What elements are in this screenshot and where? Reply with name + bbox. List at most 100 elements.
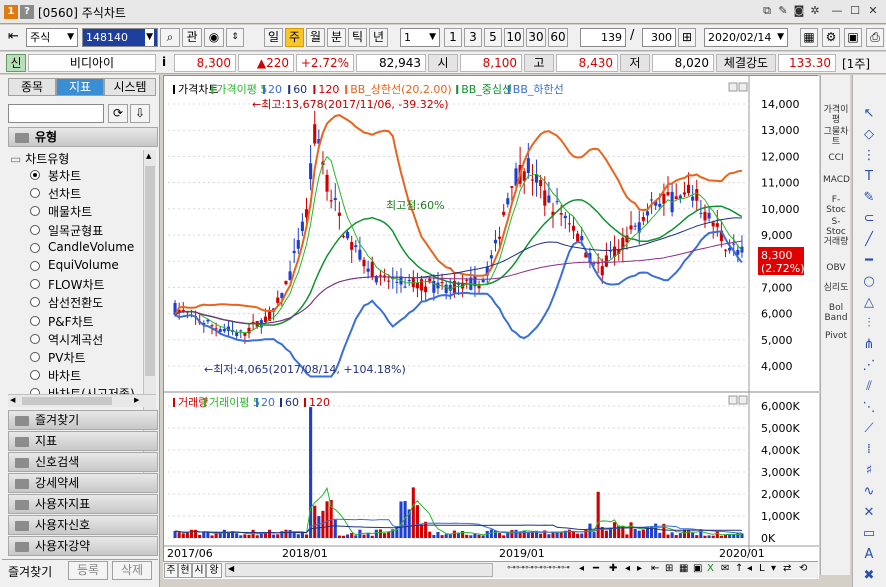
all-icon[interactable]: ⋮	[858, 147, 880, 165]
scroll-up-icon[interactable]: ▲	[146, 152, 151, 160]
indicator-shortcut-2[interactable]: CCI	[823, 153, 849, 163]
table-view-icon[interactable]: ⊞	[665, 563, 673, 574]
seek-start-icon[interactable]: ⇤	[651, 563, 659, 574]
bottom-tab-open[interactable]: 시	[192, 563, 206, 578]
radio-5[interactable]	[30, 261, 40, 271]
radio-1[interactable]	[30, 188, 40, 199]
print-icon[interactable]: ⎙	[866, 28, 884, 47]
scroll-thumb[interactable]	[145, 166, 155, 376]
indicator-shortcut-6[interactable]: 거래량	[823, 237, 849, 247]
spin-updown-icon[interactable]: ⇕	[226, 28, 244, 47]
period-5-button[interactable]: 년	[369, 28, 388, 47]
reset-icon[interactable]: ⟲	[799, 563, 807, 574]
market-select[interactable]: 주식 ▼	[26, 28, 78, 47]
folder-5[interactable]: 사용자신호	[8, 515, 158, 535]
auto-icon[interactable]: A	[858, 546, 880, 564]
fan-icon[interactable]: ⟋	[858, 420, 880, 438]
indicator-shortcut-7[interactable]: OBV	[823, 263, 849, 273]
period-2-button[interactable]: 월	[306, 28, 325, 47]
pitchfork-icon[interactable]: ⋔	[858, 336, 880, 354]
note-icon[interactable]: ✎	[776, 4, 790, 18]
download-icon[interactable]: ⇩	[130, 104, 150, 123]
count-stepper[interactable]: 139	[580, 28, 626, 47]
search-icon[interactable]: ⌕	[160, 28, 180, 47]
indicator-shortcut-3[interactable]: MACD	[823, 175, 850, 185]
indicator-shortcut-0[interactable]: 가격이평	[823, 105, 849, 125]
save-icon[interactable]: ▣	[844, 28, 862, 47]
magnet-icon[interactable]: ⊂	[858, 210, 880, 228]
cross-icon[interactable]: ✕	[858, 504, 880, 522]
folder-6[interactable]: 사용자강약	[8, 536, 158, 556]
chart-type-0[interactable]: 봉차트	[48, 167, 81, 184]
radio-10[interactable]	[30, 352, 40, 362]
chart-type-4[interactable]: CandleVolume	[48, 240, 134, 254]
date-picker[interactable]: 2020/02/14 ▼	[704, 28, 788, 47]
zoom-out-icon[interactable]: ◂	[579, 563, 584, 574]
triangle-icon[interactable]: △	[858, 294, 880, 312]
section-type[interactable]: 유형	[8, 127, 158, 147]
grid-icon[interactable]: ▦	[679, 563, 688, 574]
circle-icon[interactable]: ○	[858, 273, 880, 291]
left-arrow-icon[interactable]: ◂	[747, 563, 752, 574]
chart-type-3[interactable]: 일목균형표	[48, 222, 103, 239]
folder-0[interactable]: 즐겨찾기	[8, 410, 158, 430]
folder-3[interactable]: 강세약세	[8, 473, 158, 493]
folder-2[interactable]: 신호검색	[8, 452, 158, 472]
quick-unit-1-button[interactable]: 3	[464, 28, 482, 47]
cursor-icon[interactable]: ↖	[858, 105, 880, 123]
eraser-icon[interactable]: ◇	[858, 126, 880, 144]
grid-lines-icon[interactable]: ♯	[858, 462, 880, 480]
bottom-tab-favorites[interactable]: 즐겨찾기	[8, 563, 52, 580]
bottom-tab-week[interactable]: 주	[164, 563, 178, 578]
radio-4[interactable]	[30, 242, 40, 253]
tab-stock[interactable]: 종목	[8, 78, 56, 96]
gear-icon[interactable]: ⚙	[822, 28, 840, 47]
up-arrow-icon[interactable]: ↑	[735, 563, 743, 574]
register-button[interactable]: 등록	[68, 561, 108, 580]
chart-canvas[interactable]: 14,00013,00012,00011,00010,0009,0008,000…	[164, 76, 819, 579]
back-icon[interactable]: ⇤	[8, 29, 19, 44]
tab-system[interactable]: 시스템	[104, 78, 156, 96]
apply-count-icon[interactable]: ⊞	[678, 28, 696, 47]
hline-icon[interactable]: ━	[858, 252, 880, 270]
period-0-button[interactable]: 일	[264, 28, 283, 47]
quick-unit-5-button[interactable]: 60	[548, 28, 568, 47]
delete-button[interactable]: 삭제	[112, 561, 152, 580]
period-1-button[interactable]: 주	[285, 28, 304, 47]
cycle-icon[interactable]: ⁞	[858, 441, 880, 459]
mail-icon[interactable]: ✉	[721, 563, 729, 574]
swap-icon[interactable]: ⇄	[783, 563, 791, 574]
excel-icon[interactable]: X	[707, 563, 714, 574]
radio-6[interactable]	[30, 279, 40, 290]
refresh-icon[interactable]: ⟳	[108, 104, 128, 123]
lookup-button[interactable]: 관	[182, 28, 202, 47]
indicator-shortcut-5[interactable]: S-Stoc	[823, 217, 849, 237]
chart-type-11[interactable]: 바차트	[48, 367, 81, 384]
scroll-right-icon[interactable]: ▶	[134, 396, 139, 404]
rect-icon[interactable]: ▭	[858, 525, 880, 543]
folder-1[interactable]: 지표	[8, 431, 158, 451]
link-icon[interactable]: ⧉	[760, 4, 774, 18]
favorite-icon[interactable]: ◉	[204, 28, 224, 47]
zoom-slider[interactable]: ⊶⊶⊶⊶⊶⊶⊶	[507, 563, 577, 577]
tree-hscrollbar[interactable]: ◀ ▶	[8, 394, 156, 407]
minimize-button[interactable]: —	[830, 4, 844, 18]
wave-icon[interactable]: ∿	[858, 483, 880, 501]
quick-unit-3-button[interactable]: 10	[504, 28, 524, 47]
radio-8[interactable]	[30, 315, 40, 326]
radio-7[interactable]	[30, 297, 40, 308]
indicator-shortcut-9[interactable]: Bol Band	[823, 303, 849, 323]
gann-icon[interactable]: ⋰	[858, 357, 880, 375]
close-button[interactable]: ✕	[866, 4, 880, 18]
step-right-icon[interactable]: ▸	[637, 563, 642, 574]
radio-0[interactable]	[30, 170, 40, 180]
fibo-icon[interactable]: ⫶	[858, 315, 880, 333]
l-shape-icon[interactable]: L	[759, 563, 765, 574]
unit-select[interactable]: 1 ▼	[400, 28, 440, 47]
tree-header[interactable]: ▭ 차트유형	[10, 150, 69, 167]
indicator-shortcut-8[interactable]: 심리도	[823, 283, 849, 293]
chart-hscrollbar[interactable]: ◀	[225, 563, 493, 577]
settings-icon[interactable]: ✲	[808, 4, 822, 18]
indicator-shortcut-10[interactable]: Pivot	[823, 331, 849, 341]
chart-type-1[interactable]: 선차트	[48, 185, 81, 202]
